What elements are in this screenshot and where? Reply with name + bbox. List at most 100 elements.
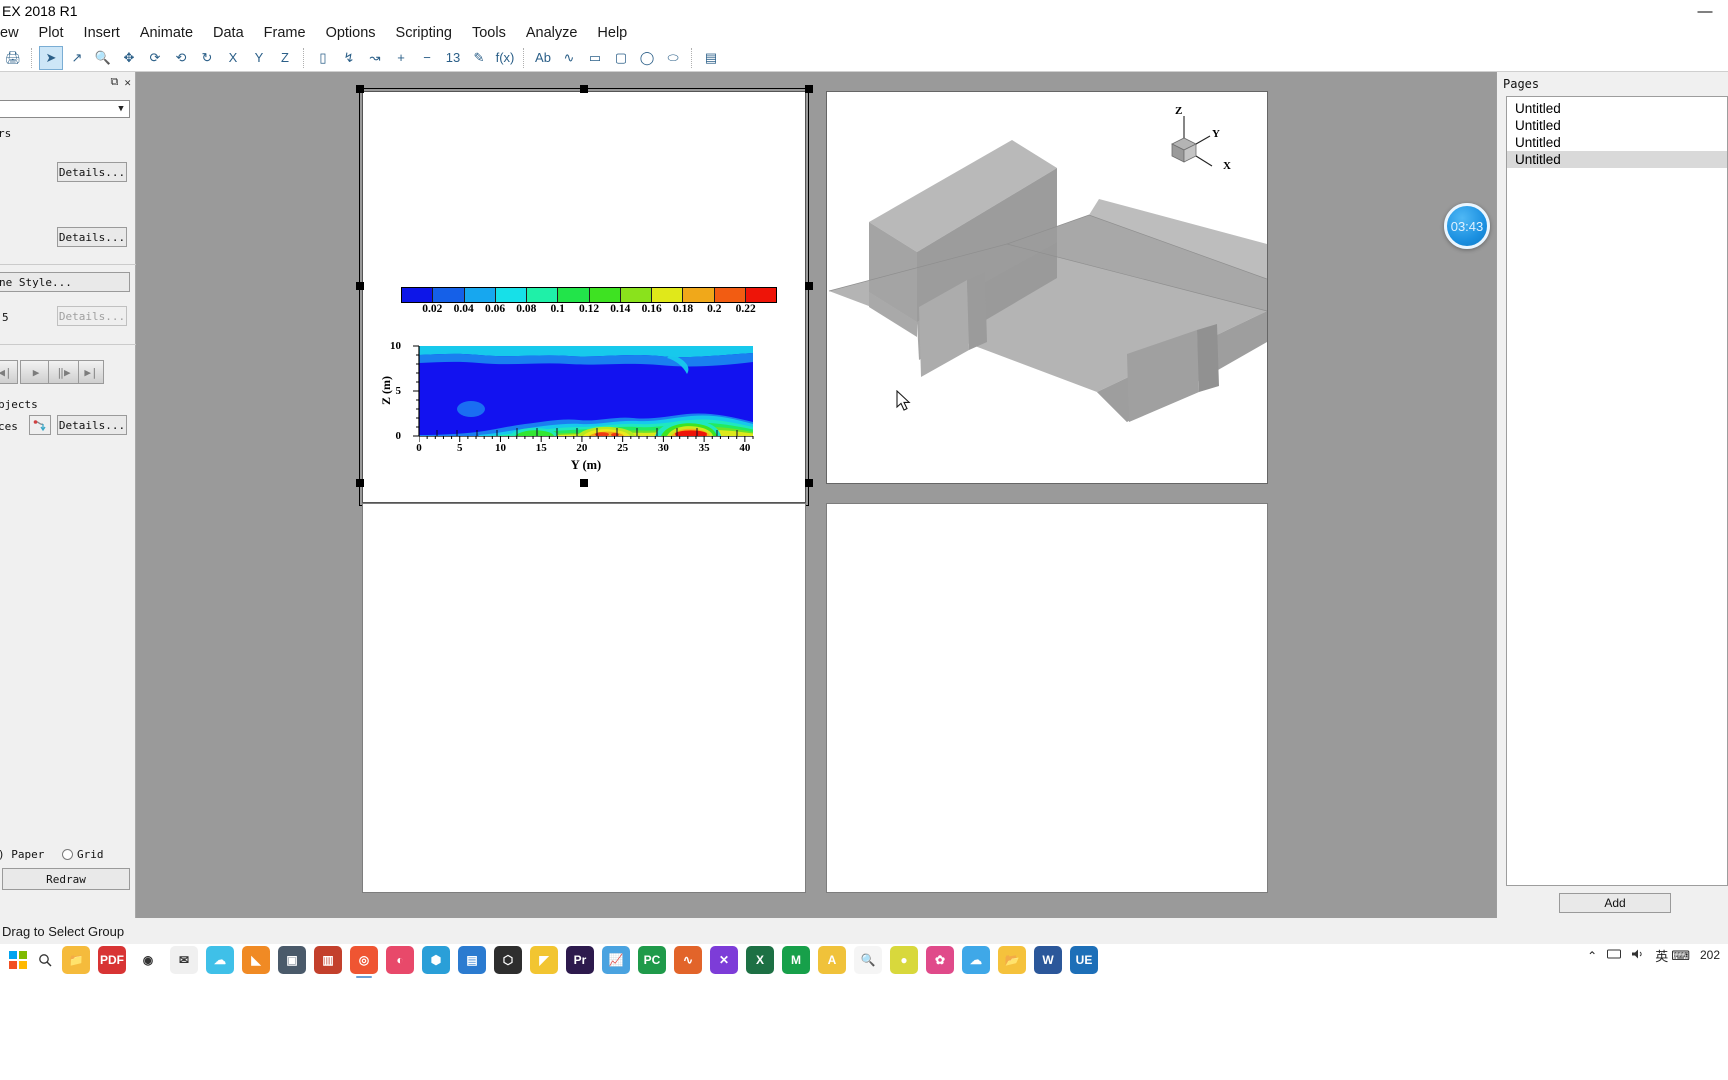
toolbar-rotate-roller-icon[interactable]: ⟲ <box>169 46 193 70</box>
vcr-last-button[interactable]: ▶| <box>78 360 104 384</box>
ime-indicator[interactable]: 英 ⌨ <box>1655 946 1690 965</box>
page-list-item[interactable]: Untitled <box>1507 100 1727 117</box>
menu-item-help[interactable]: Help <box>587 24 637 42</box>
toolbar-rotate-y-icon[interactable]: Y <box>247 46 271 70</box>
paper-radio[interactable]: ) Paper <box>0 848 44 861</box>
toolbar-contour-remove-level-icon[interactable]: − <box>415 46 439 70</box>
toolbar-image-insert-icon[interactable]: ▤ <box>699 46 723 70</box>
menu-item-scripting[interactable]: Scripting <box>386 24 462 42</box>
page-list-item[interactable]: Untitled <box>1507 134 1727 151</box>
taskbar-terminal-app[interactable]: ▣ <box>278 946 306 974</box>
grid-radio[interactable]: Grid <box>62 848 104 861</box>
taskbar-file-explorer-yellow[interactable]: 📁 <box>62 946 90 974</box>
taskbar-notes-app[interactable]: ▤ <box>458 946 486 974</box>
minimize-button[interactable]: — <box>1690 0 1720 22</box>
toolbar-rotate-spherical-icon[interactable]: ⟳ <box>143 46 167 70</box>
taskbar-matlab-app[interactable]: ∿ <box>674 946 702 974</box>
taskbar-pycharm-app[interactable]: PC <box>638 946 666 974</box>
menu-item-frame[interactable]: Frame <box>254 24 316 42</box>
taskbar-cloud-sync[interactable]: ☁ <box>962 946 990 974</box>
zone-style-button[interactable]: ne Style... <box>0 272 130 292</box>
add-page-button[interactable]: Add <box>1559 893 1671 913</box>
toolbar-square-tool-icon[interactable]: ▢ <box>609 46 633 70</box>
toolbar-streamtrace-add-icon[interactable]: ↝ <box>363 46 387 70</box>
close-panel-icon[interactable]: ✕ <box>124 76 131 89</box>
streamtrace-icon[interactable] <box>29 415 51 435</box>
taskbar-office-suite[interactable]: ▥ <box>314 946 342 974</box>
taskbar-app-list[interactable]: 📁 PDF ◉ ✉ ☁ ◣ ▣ ▥ ◎ ◐ ⬢ ▤ ⬡ ◤ Pr 📈 PC ∿ ✕ X M A 🔍 ● ✿ ☁ 📂 W UE <box>62 946 1098 978</box>
menu-item-analyze[interactable]: Analyze <box>516 24 588 42</box>
toolbar-adjust-arrow-icon[interactable]: ↗ <box>65 46 89 70</box>
taskbar-mathtype-app[interactable]: M <box>782 946 810 974</box>
frame-3d-geometry[interactable]: Z Y X <box>826 91 1268 484</box>
page-list-item[interactable]: Untitled <box>1507 117 1727 134</box>
volume-icon[interactable] <box>1631 948 1645 963</box>
toolbar-rotate-x-icon[interactable]: X <box>221 46 245 70</box>
toolbar-print-icon[interactable]: 🖨 <box>1 46 25 70</box>
taskbar-chrome-browser[interactable]: ◉ <box>134 946 162 974</box>
vcr-step-button[interactable]: ‖▶ <box>48 360 80 384</box>
taskbar-excel-app[interactable]: X <box>746 946 774 974</box>
taskbar-editor-x[interactable]: ✕ <box>710 946 738 974</box>
taskbar-shell-app[interactable]: ⬡ <box>494 946 522 974</box>
taskbar-word-app[interactable]: W <box>1034 946 1062 974</box>
taskbar-photo-app[interactable]: ✿ <box>926 946 954 974</box>
toolbar-text-tool-icon[interactable]: Ab <box>531 46 555 70</box>
toolbar-select-arrow-icon[interactable]: ➤ <box>39 45 63 70</box>
menu-item-ew[interactable]: ew <box>0 24 29 42</box>
toolbar-slice-icon[interactable]: ▯ <box>311 46 335 70</box>
details-button-1[interactable]: Details... <box>57 162 127 182</box>
taskbar-pdf-reader[interactable]: PDF <box>98 946 126 974</box>
page-list-item[interactable]: Untitled <box>1507 151 1727 168</box>
clock[interactable]: 202 <box>1700 949 1720 962</box>
menu-item-animate[interactable]: Animate <box>130 24 203 42</box>
menu-item-data[interactable]: Data <box>203 24 254 42</box>
float-panel-icon[interactable]: ⧉ <box>111 75 119 89</box>
search-icon[interactable] <box>34 948 56 972</box>
taskbar-folder-explorer[interactable]: 📂 <box>998 946 1026 974</box>
toolbar-contour-add-level-icon[interactable]: + <box>389 46 413 70</box>
toolbar-translate-icon[interactable]: ✥ <box>117 46 141 70</box>
pages-list[interactable]: Untitled Untitled Untitled Untitled <box>1506 96 1728 886</box>
workspace[interactable]: 0.02 0.04 0.06 0.08 0.1 0.12 0.14 0.16 0.18 0.2 0.… <box>136 72 1496 918</box>
taskbar-ue-editor[interactable]: UE <box>1070 946 1098 974</box>
taskbar-ansys-app[interactable]: A <box>818 946 846 974</box>
toolbar-rotate-z-icon[interactable]: Z <box>273 46 297 70</box>
taskbar-blender-app[interactable]: ⬢ <box>422 946 450 974</box>
taskbar-design-app[interactable]: ◐ <box>386 946 414 974</box>
toolbar-probe-icon[interactable]: 13 <box>441 46 465 70</box>
redraw-button[interactable]: Redraw <box>2 868 130 890</box>
taskbar-cloud-app[interactable]: ☁ <box>206 946 234 974</box>
taskbar-sublime-editor[interactable]: ◣ <box>242 946 270 974</box>
toolbar-streamtrace-icon[interactable]: ↯ <box>337 46 361 70</box>
taskbar-search-tool[interactable]: 🔍 <box>854 946 882 974</box>
taskbar-color-app[interactable]: ● <box>890 946 918 974</box>
toolbar-rectangle-tool-icon[interactable]: ▭ <box>583 46 607 70</box>
taskbar-chart-app[interactable]: 📈 <box>602 946 630 974</box>
menu-item-options[interactable]: Options <box>316 24 386 42</box>
toolbar-zoom-icon[interactable]: 🔍 <box>91 46 115 70</box>
floating-timer-bubble[interactable]: 03:43 <box>1444 203 1490 249</box>
menu-item-plot[interactable]: Plot <box>29 24 74 42</box>
taskbar-browser-alt[interactable]: ◎ <box>350 946 378 978</box>
frame-empty-bottom-right[interactable] <box>826 503 1268 893</box>
tray-chevron-icon[interactable]: ⌃ <box>1587 949 1597 963</box>
frame-empty-bottom-left[interactable] <box>362 503 806 893</box>
start-icon[interactable] <box>6 948 30 972</box>
network-icon[interactable] <box>1607 948 1622 963</box>
vcr-first-button[interactable]: ◀| <box>0 360 18 384</box>
details-button-2[interactable]: Details... <box>57 227 127 247</box>
taskbar-premiere-app[interactable]: Pr <box>566 946 594 974</box>
toolbar-extract-points-icon[interactable]: ✎ <box>467 46 491 70</box>
menu-item-insert[interactable]: Insert <box>74 24 130 42</box>
toolbar-circle-tool-icon[interactable]: ◯ <box>635 46 659 70</box>
toolbar-ellipse-tool-icon[interactable]: ⬭ <box>661 46 685 70</box>
taskbar-mail-app[interactable]: ✉ <box>170 946 198 974</box>
zone-select-dropdown[interactable]: ▼ <box>0 100 130 118</box>
toolbar-rotate-twist-icon[interactable]: ↻ <box>195 46 219 70</box>
taskbar-autocad-app[interactable]: ◤ <box>530 946 558 974</box>
menu-item-tools[interactable]: Tools <box>462 24 516 42</box>
details-button-4[interactable]: Details... <box>57 415 127 435</box>
toolbar-create-function-icon[interactable]: f(x) <box>493 46 517 70</box>
toolbar-polyline-tool-icon[interactable]: ∿ <box>557 46 581 70</box>
